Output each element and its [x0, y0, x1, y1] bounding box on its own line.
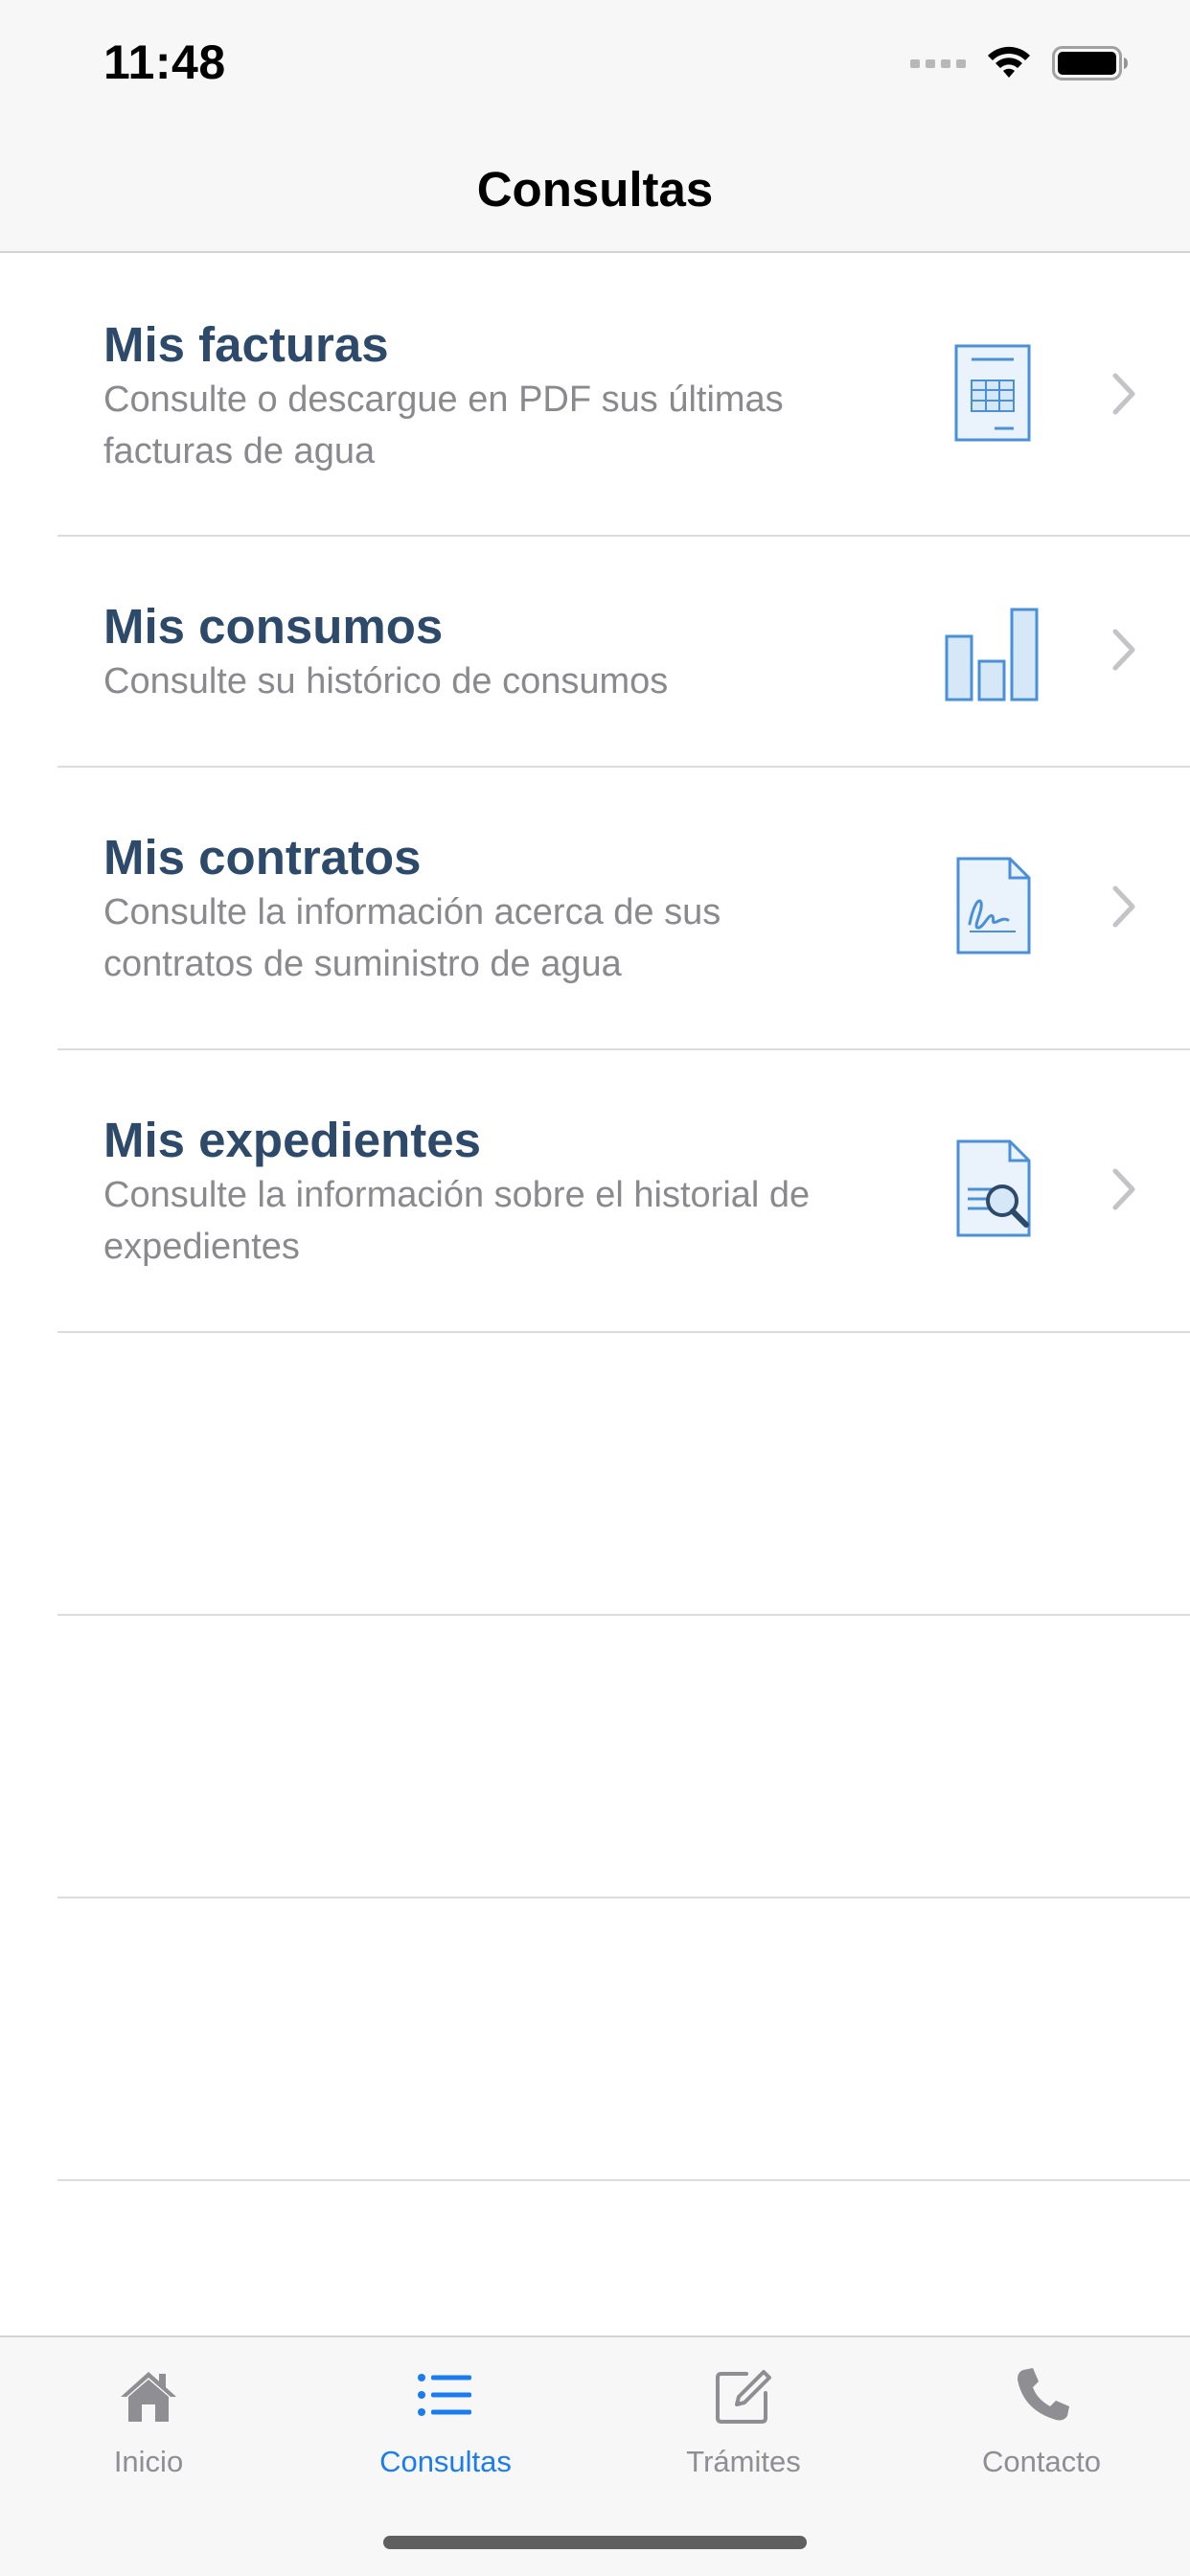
- tab-inicio[interactable]: Inicio: [0, 2364, 297, 2498]
- document-search-icon: [956, 1139, 1031, 1237]
- page-title: Consultas: [476, 162, 714, 217]
- status-time: 11:48: [103, 35, 226, 89]
- description-line: contratos de suministro de agua: [103, 944, 622, 984]
- list-item-mis-expedientes[interactable]: Mis expedientes Consulte la información …: [0, 1048, 1190, 1333]
- chevron-right-icon: [1112, 373, 1135, 415]
- list-item-text: Mis facturas Consulte o descargue en PDF…: [103, 316, 889, 477]
- status-icons: [910, 42, 1129, 84]
- list-item-title: Mis consumos: [103, 599, 444, 654]
- empty-row: [0, 1897, 1190, 2181]
- tab-label: Trámites: [686, 2445, 801, 2478]
- list-item-title: Mis expedientes: [103, 1113, 481, 1167]
- list-item-description: Consulte la información sobre el histori…: [103, 1169, 889, 1273]
- list-item-text: Mis contratos Consulte la información ac…: [103, 829, 889, 990]
- battery-icon: [1052, 46, 1128, 80]
- description-line: Consulte su histórico de consumos: [103, 661, 669, 702]
- chevron-right-icon: [1112, 886, 1135, 928]
- list-item-description: Consulte la información acerca de sus co…: [103, 886, 889, 990]
- description-line: Consulte la información acerca de sus: [103, 892, 721, 932]
- bar-chart-icon: [945, 608, 1039, 702]
- list-item-description: Consulte o descargue en PDF sus últimas …: [103, 374, 889, 477]
- list-item-mis-facturas[interactable]: Mis facturas Consulte o descargue en PDF…: [0, 253, 1190, 537]
- home-icon: [121, 2372, 176, 2422]
- chevron-right-icon: [1112, 1168, 1135, 1210]
- wifi-icon: [988, 46, 1030, 78]
- phone-icon: [1018, 2368, 1069, 2421]
- list-item-text: Mis expedientes Consulte la información …: [103, 1112, 889, 1273]
- navigation-bar: Consultas: [0, 126, 1190, 253]
- list-item-title: Mis contratos: [103, 830, 422, 885]
- status-bar: 11:48: [0, 0, 1190, 126]
- list-item-title: Mis facturas: [103, 317, 389, 372]
- chevron-right-icon: [1112, 629, 1135, 671]
- description-line: Consulte o descargue en PDF sus últimas: [103, 380, 784, 420]
- list-icon: [418, 2374, 471, 2416]
- list-item-description: Consulte su histórico de consumos: [103, 656, 889, 707]
- tab-tramites[interactable]: Trámites: [595, 2364, 892, 2498]
- tab-consultas[interactable]: Consultas: [297, 2364, 594, 2498]
- empty-row: [0, 1331, 1190, 1616]
- list-item-mis-consumos[interactable]: Mis consumos Consulte su histórico de co…: [0, 535, 1190, 768]
- cellular-signal-icon: [910, 59, 966, 68]
- empty-row: [0, 1614, 1190, 1898]
- consultas-list: Mis facturas Consulte o descargue en PDF…: [0, 253, 1190, 2181]
- description-line: facturas de agua: [103, 431, 376, 472]
- tab-label: Contacto: [981, 2445, 1102, 2478]
- tab-label: Inicio: [113, 2445, 184, 2478]
- list-item-mis-contratos[interactable]: Mis contratos Consulte la información ac…: [0, 766, 1190, 1050]
- list-item-text: Mis consumos Consulte su histórico de co…: [103, 598, 889, 707]
- invoice-icon: [954, 344, 1031, 442]
- home-indicator[interactable]: [383, 2536, 807, 2549]
- row-separator: [57, 2179, 1190, 2181]
- description-line: expedientes: [103, 1227, 300, 1267]
- signed-contract-icon: [956, 857, 1031, 954]
- tab-label: Consultas: [379, 2445, 512, 2478]
- description-line: Consulte la información sobre el histori…: [103, 1175, 811, 1215]
- tab-contacto[interactable]: Contacto: [893, 2364, 1190, 2498]
- edit-icon: [716, 2370, 771, 2424]
